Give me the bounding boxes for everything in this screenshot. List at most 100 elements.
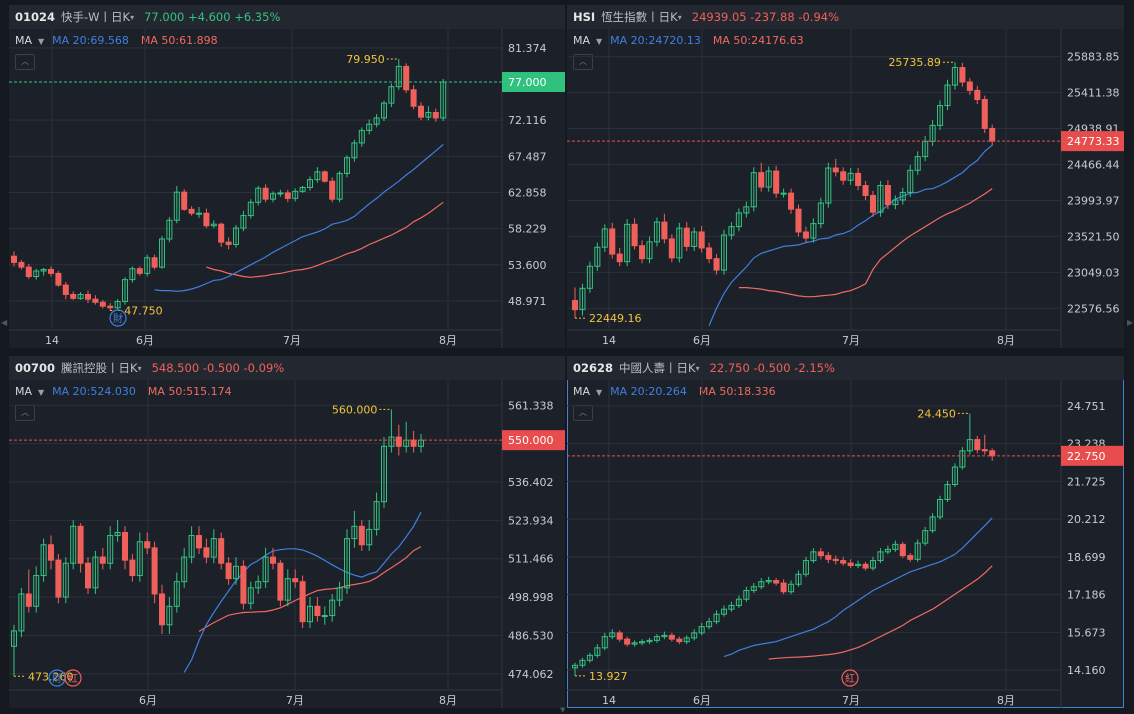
- candle-down: [277, 562, 284, 601]
- candle-down: [25, 266, 32, 277]
- high-price-label: 25735.89: [888, 56, 941, 69]
- candle-down: [959, 67, 966, 83]
- chart-panel-02628[interactable]: 02628 中國人壽丨日K ▾ 22.750 -0.500 -2.15% MA ▼ MA 2…: [567, 356, 1124, 708]
- candle-down: [159, 593, 165, 626]
- y-tick-label: 523.934: [508, 514, 554, 527]
- ma20-line: [154, 144, 444, 292]
- candle-down: [981, 99, 988, 129]
- bottom-handle-icon[interactable]: ▼: [560, 706, 565, 714]
- candle-down: [129, 559, 136, 577]
- candle-down: [77, 525, 84, 564]
- candle-down: [48, 268, 54, 274]
- candle-down: [270, 556, 276, 564]
- candle-down: [403, 65, 410, 91]
- candle-down: [218, 223, 225, 243]
- candle-down: [218, 538, 225, 564]
- candlestick-chart[interactable]: 25883.8525411.3824938.9124466.4423993.97…: [567, 29, 1124, 348]
- ma50-line: [768, 565, 993, 660]
- chart-panel-01024[interactable]: 01024 快手-W丨日K ▾ 77.000 +4.600 +6.35% MA ▼ MA 2…: [9, 5, 565, 348]
- candle-down: [795, 208, 802, 233]
- x-tick-label: 7月: [286, 694, 304, 707]
- candle-down: [832, 167, 839, 173]
- candle-down: [92, 298, 99, 303]
- candle-down: [668, 238, 675, 259]
- candle-down: [989, 127, 996, 142]
- price-change: 77.000 +4.600 +6.35%: [144, 10, 281, 24]
- candle-down: [609, 228, 616, 255]
- ma50-line: [206, 201, 444, 278]
- stock-name-period-selector[interactable]: 快手-W丨日K: [61, 9, 130, 25]
- low-price-label: 13.927: [589, 670, 628, 683]
- candle-down: [571, 299, 579, 311]
- candle-down: [840, 171, 847, 181]
- chart-panel-HSI[interactable]: HSI 恆生指數丨日K ▾ 24939.05 -237.88 -0.94% MA ▼ MA …: [567, 5, 1124, 348]
- current-price-label: 22.750: [1067, 450, 1106, 463]
- candlestick-chart[interactable]: 24.75123.23821.72520.21218.69917.18615.6…: [567, 380, 1124, 708]
- current-price-label: 550.000: [508, 434, 554, 447]
- candle-down: [676, 638, 683, 643]
- candle-down: [358, 525, 365, 546]
- y-tick-label: 53.600: [508, 259, 547, 272]
- y-tick-label: 14.160: [1067, 664, 1106, 677]
- candle-down: [151, 257, 158, 268]
- y-tick-label: 24466.44: [1067, 158, 1120, 171]
- candle-down: [639, 245, 646, 260]
- right-scroll-rail[interactable]: ▶: [1126, 0, 1134, 714]
- stock-code: HSI: [573, 10, 596, 24]
- candle-down: [262, 187, 269, 200]
- candle-down: [758, 172, 765, 188]
- low-price-label: 22449.16: [589, 312, 642, 325]
- left-scroll-rail[interactable]: ◀: [0, 0, 8, 714]
- x-tick-label: 14: [602, 334, 616, 347]
- candle-down: [144, 541, 151, 549]
- y-tick-label: 72.116: [508, 114, 547, 127]
- y-tick-label: 24.751: [1067, 400, 1106, 413]
- period-dropdown-icon[interactable]: ▾: [130, 13, 134, 22]
- candle-down: [321, 171, 328, 182]
- x-tick-label: 8月: [997, 334, 1015, 347]
- high-price-label: 560.000: [332, 403, 378, 416]
- candle-down: [683, 227, 690, 247]
- candle-down: [974, 89, 981, 101]
- y-tick-label: 25411.38: [1067, 87, 1120, 100]
- candle-up: [321, 615, 328, 618]
- y-tick-label: 20.212: [1067, 513, 1106, 526]
- candle-down: [855, 172, 862, 187]
- period-dropdown-icon[interactable]: ▾: [678, 13, 682, 22]
- stock-name-period-selector[interactable]: 騰訊控股丨日K: [61, 360, 138, 376]
- candlestick-chart[interactable]: 81.374 72.116 67.487 62.858 58.229 53.600 48.9…: [9, 29, 565, 348]
- y-tick-label: 18.699: [1067, 551, 1106, 564]
- y-tick-label: 23049.03: [1067, 266, 1120, 279]
- candle-down: [122, 531, 128, 561]
- x-tick-label: 6月: [693, 334, 711, 347]
- period-dropdown-icon[interactable]: ▾: [138, 364, 142, 373]
- stock-name-period-selector[interactable]: 中國人壽丨日K: [619, 360, 696, 376]
- candle-up: [780, 192, 787, 195]
- y-tick-label: 486.530: [508, 629, 554, 642]
- y-tick-label: 511.466: [508, 553, 554, 566]
- candle-down: [825, 555, 832, 560]
- candle-down: [314, 605, 321, 617]
- candle-down: [966, 81, 973, 91]
- candle-down: [817, 551, 824, 557]
- candle-down: [395, 436, 402, 447]
- y-tick-label: 22576.56: [1067, 302, 1120, 315]
- candle-down: [432, 111, 439, 119]
- candle-down: [329, 180, 336, 200]
- chart-panel-00700[interactable]: 00700 騰訊控股丨日K ▾ 548.500 -0.500 -0.09% MA ▼ MA …: [9, 356, 565, 708]
- candle-down: [85, 293, 91, 300]
- stock-code: 02628: [573, 361, 614, 375]
- candle-down: [136, 268, 143, 274]
- stock-name-period-selector[interactable]: 恆生指數丨日K: [601, 9, 678, 25]
- x-tick-label: 14: [45, 334, 59, 347]
- candlestick-chart[interactable]: 561.338548.870536.402523.934511.466498.9…: [9, 380, 565, 708]
- candle-down: [698, 231, 705, 249]
- candle-down: [25, 593, 32, 607]
- period-dropdown-icon[interactable]: ▾: [696, 364, 700, 373]
- candle-down: [802, 231, 809, 239]
- candle-down: [203, 547, 210, 558]
- x-tick-label: 8月: [997, 694, 1015, 707]
- candle-down: [151, 547, 158, 595]
- candle-down: [773, 170, 780, 194]
- candle-down: [862, 185, 869, 196]
